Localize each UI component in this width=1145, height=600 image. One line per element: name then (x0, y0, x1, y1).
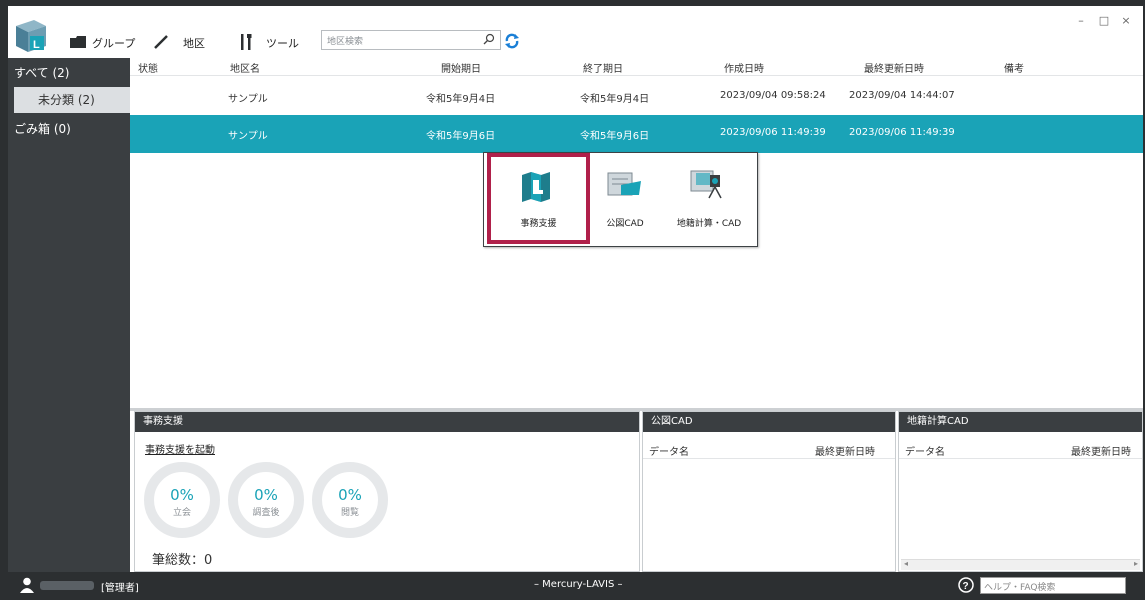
pencil-icon (153, 34, 169, 53)
survey-cad-panel-title: 地籍計算CAD (899, 412, 1142, 432)
area-menu-button[interactable]: 地区 (153, 34, 205, 52)
survey-cad-label: 地籍計算・CAD (676, 219, 742, 229)
stat-percent: 0% (338, 486, 362, 504)
stat-percent: 0% (254, 486, 278, 504)
map-cad-icon (607, 171, 643, 200)
map-cad-button[interactable]: 公図CAD (590, 153, 660, 246)
column-header-created[interactable]: 作成日時 (724, 60, 764, 75)
map-cad-panel: 公図CAD データ名 最終更新日時 (642, 411, 896, 572)
stat-circle-after-survey: 0% 調査後 (228, 462, 304, 538)
cell-created: 2023/09/04 09:58:24 (720, 90, 826, 101)
scroll-right-icon[interactable]: ▸ (1134, 559, 1138, 568)
folder-icon (70, 35, 86, 52)
survey-cad-icon (690, 167, 726, 202)
column-header-updated[interactable]: 最終更新日時 (864, 60, 924, 75)
stat-label: 閲覧 (340, 508, 359, 518)
total-lots-count: 筆総数：0 (152, 553, 213, 568)
horizontal-scrollbar[interactable]: ◂ ▸ (901, 559, 1140, 570)
app-logo-icon: L (14, 18, 48, 54)
cell-name: サンプル (228, 94, 268, 105)
help-search-input[interactable]: ヘルプ・FAQ検索 (980, 577, 1126, 594)
divider (643, 458, 895, 459)
cell-created: 2023/09/06 11:49:39 (720, 127, 826, 138)
sidebar-item-trash[interactable]: ごみ箱 (0) (8, 116, 130, 142)
cell-updated: 2023/09/04 14:44:07 (849, 90, 955, 101)
stat-circle-viewing: 0% 閲覧 (312, 462, 388, 538)
app-launcher-popup: 事務支援 公図CAD 地籍計算・CAD (483, 152, 758, 247)
divider (899, 458, 1142, 459)
area-menu-label: 地区 (183, 37, 205, 50)
column-header-updated[interactable]: 最終更新日時 (815, 443, 875, 458)
office-support-icon (521, 171, 551, 206)
user-icon (20, 577, 34, 596)
table-header: 状態 地区名 開始期日 終了期日 作成日時 最終更新日時 備考 (130, 58, 1143, 76)
sidebar: すべて (2) 未分類 (2) ごみ箱 (0) (8, 58, 130, 572)
table-row[interactable]: サンプル 令和5年9月4日 令和5年9月4日 2023/09/04 09:58:… (130, 78, 1143, 116)
stat-label: 調査後 (252, 508, 280, 518)
minimize-button[interactable]: – (1072, 14, 1090, 27)
office-support-button[interactable]: 事務支援 (487, 153, 590, 244)
group-menu-button[interactable]: グループ (70, 34, 135, 52)
office-support-panel-title: 事務支援 (135, 412, 639, 432)
column-header-start[interactable]: 開始期日 (441, 60, 481, 75)
map-cad-label: 公図CAD (606, 219, 644, 229)
cell-start: 令和5年9月4日 (426, 94, 496, 105)
column-header-end[interactable]: 終了期日 (583, 60, 623, 75)
user-name-redacted (40, 581, 94, 590)
tool-menu-label: ツール (266, 37, 299, 50)
office-support-label: 事務支援 (520, 219, 557, 229)
column-header-status[interactable]: 状態 (138, 60, 158, 75)
stat-label: 立会 (172, 508, 191, 518)
search-icon[interactable] (483, 33, 495, 48)
cell-updated: 2023/09/06 11:49:39 (849, 127, 955, 138)
column-header-name[interactable]: 地区名 (230, 60, 260, 75)
cell-end: 令和5年9月4日 (580, 94, 650, 105)
group-menu-label: グループ (92, 37, 136, 50)
cell-name: サンプル (228, 131, 268, 142)
help-search-placeholder: ヘルプ・FAQ検索 (984, 583, 1056, 593)
sidebar-item-uncategorized[interactable]: 未分類 (2) (14, 87, 130, 113)
svg-text:L: L (33, 39, 40, 51)
column-header-data-name[interactable]: データ名 (649, 443, 689, 458)
stat-percent: 0% (170, 486, 194, 504)
column-header-data-name[interactable]: データ名 (905, 443, 945, 458)
maximize-button[interactable]: □ (1095, 14, 1113, 27)
table-row[interactable]: サンプル 令和5年9月6日 令和5年9月6日 2023/09/06 11:49:… (130, 115, 1143, 153)
tool-menu-button[interactable]: ツール (238, 33, 299, 54)
launch-office-support-link[interactable]: 事務支援を起動 (145, 441, 215, 456)
app-name: – Mercury-LAVIS – (534, 579, 623, 590)
help-icon[interactable]: ? (958, 577, 974, 596)
scroll-left-icon[interactable]: ◂ (904, 559, 908, 568)
user-role: [管理者] (101, 583, 139, 594)
map-cad-panel-title: 公図CAD (643, 412, 895, 432)
refresh-icon[interactable] (504, 33, 520, 49)
tools-icon (238, 33, 254, 54)
area-search-placeholder: 地区検索 (327, 37, 364, 47)
cell-end: 令和5年9月6日 (580, 131, 650, 142)
sidebar-item-all[interactable]: すべて (2) (8, 60, 130, 86)
column-header-updated[interactable]: 最終更新日時 (1071, 443, 1131, 458)
cell-start: 令和5年9月6日 (426, 131, 496, 142)
window-left-border (0, 6, 8, 600)
area-search-input[interactable]: 地区検索 (321, 30, 501, 50)
survey-cad-panel: 地籍計算CAD データ名 最終更新日時 ◂ ▸ (898, 411, 1143, 572)
column-header-note[interactable]: 備考 (1004, 60, 1024, 75)
status-bar: [管理者] – Mercury-LAVIS – ? ヘルプ・FAQ検索 (0, 572, 1145, 600)
survey-cad-button[interactable]: 地籍計算・CAD (662, 153, 756, 246)
close-button[interactable]: × (1117, 14, 1135, 27)
stat-circle-witness: 0% 立会 (144, 462, 220, 538)
svg-text:?: ? (963, 581, 969, 592)
toolbar: L グループ 地区 ツール 地区検索 – □ × (8, 6, 1143, 58)
